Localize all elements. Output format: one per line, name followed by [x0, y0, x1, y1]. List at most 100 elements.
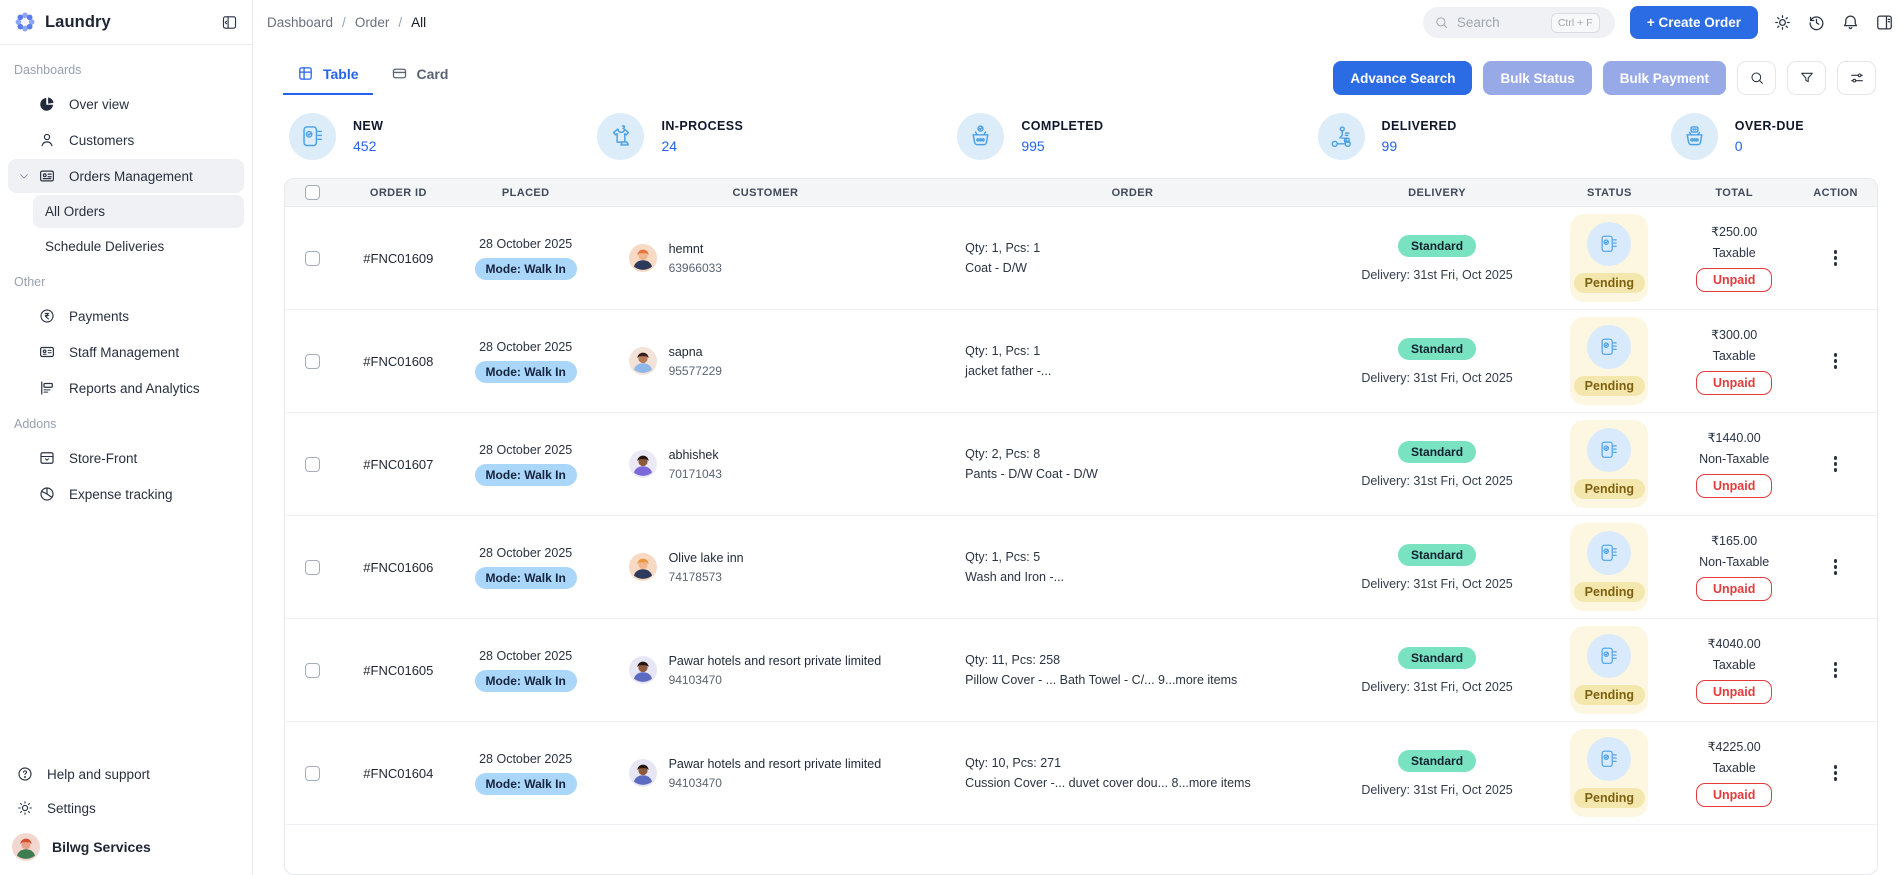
row-actions-menu[interactable] [1830, 555, 1842, 579]
sidebar-user[interactable]: Bilwg Services [10, 825, 242, 863]
overdue-basket-icon [1670, 113, 1718, 160]
row-actions-menu[interactable] [1830, 452, 1842, 476]
row-checkbox[interactable] [305, 559, 321, 575]
table-row: #FNC01606 28 October 2025 Mode: Walk In … [285, 516, 1877, 619]
order-mode-badge: Mode: Walk In [474, 360, 577, 383]
delivery-date: Delivery: 31st Fri, Oct 2025 [1361, 782, 1513, 797]
table-row: #FNC01605 28 October 2025 Mode: Walk In … [285, 619, 1877, 722]
tab-table[interactable]: Table [283, 61, 373, 95]
column-placed[interactable]: PLACED [456, 187, 596, 199]
status-card: Pending [1570, 420, 1649, 508]
status-card: Pending [1570, 523, 1649, 611]
search-field[interactable] [1456, 15, 1543, 30]
row-checkbox[interactable] [305, 662, 321, 678]
customer-name[interactable]: sapna [669, 345, 722, 359]
search-input[interactable]: Ctrl + F [1422, 7, 1615, 38]
sidebar-item-reports[interactable]: Reports and Analytics [8, 371, 244, 405]
delivery-type-badge: Standard [1398, 749, 1477, 772]
tab-card[interactable]: Card [377, 61, 463, 95]
breadcrumb-current: All [411, 15, 427, 30]
tax-label: Taxable [1712, 349, 1756, 363]
bulk-payment-button[interactable]: Bulk Payment [1602, 61, 1726, 95]
sidebar-collapse-icon[interactable] [221, 14, 238, 31]
column-order-id[interactable]: ORDER ID [341, 187, 456, 199]
customer-name[interactable]: Pawar hotels and resort private limited [669, 757, 882, 771]
customer-phone: 70171043 [668, 466, 722, 481]
order-id: #FNC01606 [363, 559, 434, 575]
payment-status-button[interactable]: Unpaid [1695, 371, 1773, 395]
sidebar-item-overview[interactable]: Over view [8, 87, 244, 121]
delivery-type-badge: Standard [1398, 543, 1477, 566]
payment-status-button[interactable]: Unpaid [1695, 783, 1773, 807]
delivery-date: Delivery: 31st Fri, Oct 2025 [1361, 267, 1513, 282]
delivery-date: Delivery: 31st Fri, Oct 2025 [1361, 370, 1513, 385]
select-all-checkbox[interactable] [305, 185, 321, 200]
sidebar-item-help[interactable]: Help and support [10, 757, 242, 791]
column-delivery[interactable]: DELIVERY [1330, 187, 1545, 199]
column-order[interactable]: ORDER [935, 187, 1330, 199]
customer-name[interactable]: abhishek [669, 448, 722, 462]
settings-icon [16, 799, 34, 817]
sidebar-item-storefront[interactable]: Store-Front [8, 441, 244, 475]
customer-name[interactable]: Olive lake inn [669, 551, 744, 565]
stat-card-new[interactable]: NEW 452 [289, 113, 383, 160]
payment-status-button[interactable]: Unpaid [1695, 268, 1773, 292]
filter-button[interactable] [1787, 61, 1826, 95]
table-row: #FNC01607 28 October 2025 Mode: Walk In … [285, 413, 1877, 516]
order-total: ₹1440.00 [1707, 431, 1761, 445]
advance-search-button[interactable]: Advance Search [1333, 61, 1473, 95]
row-actions-menu[interactable] [1830, 349, 1842, 373]
column-status[interactable]: STATUS [1544, 187, 1674, 199]
row-checkbox[interactable] [305, 456, 321, 472]
stat-card-delivered[interactable]: DELIVERED 99 [1317, 113, 1457, 160]
right-panel-toggle-icon[interactable] [1875, 13, 1894, 32]
bulk-status-button[interactable]: Bulk Status [1483, 61, 1592, 95]
payment-status-button[interactable]: Unpaid [1695, 577, 1773, 601]
column-total[interactable]: TOTAL [1674, 187, 1794, 199]
column-settings-button[interactable] [1837, 61, 1876, 95]
row-actions-menu[interactable] [1830, 658, 1842, 682]
column-customer[interactable]: CUSTOMER [596, 187, 936, 199]
sidebar-item-expense-tracking[interactable]: Expense tracking [8, 477, 244, 511]
delivery-scooter-icon [1317, 113, 1365, 160]
row-actions-menu[interactable] [1830, 246, 1842, 270]
customer-name[interactable]: Pawar hotels and resort private limited [669, 654, 882, 668]
breadcrumb-order[interactable]: Order [355, 15, 390, 30]
sidebar-footer: Help and support Settings Bilwg Services [0, 751, 252, 875]
stat-card-completed[interactable]: COMPLETED 995 [957, 113, 1103, 160]
sidebar-item-staff-management[interactable]: Staff Management [8, 335, 244, 369]
sidebar-item-settings[interactable]: Settings [10, 791, 242, 825]
order-items: Cussion Cover -... duvet cover dou... 8.… [965, 776, 1251, 790]
payment-status-button[interactable]: Unpaid [1695, 474, 1773, 498]
status-badge: Pending [1573, 582, 1645, 602]
order-mode-badge: Mode: Walk In [474, 772, 577, 795]
create-order-button[interactable]: + Create Order [1629, 6, 1758, 39]
stat-card-in-process[interactable]: IN-PROCESS 24 [597, 113, 743, 160]
sidebar-item-all-orders[interactable]: All Orders [33, 195, 244, 228]
theme-toggle-icon[interactable] [1773, 13, 1792, 32]
customer-phone: 63966033 [668, 260, 722, 275]
sidebar-item-schedule-deliveries[interactable]: Schedule Deliveries [33, 230, 244, 263]
sidebar-item-payments[interactable]: Payments [8, 299, 244, 333]
table-search-button[interactable] [1737, 61, 1776, 95]
sidebar-item-orders-management[interactable]: Orders Management [8, 159, 244, 193]
status-badge: Pending [1573, 788, 1645, 808]
customer-phone: 74178573 [668, 569, 722, 584]
notifications-bell-icon[interactable] [1841, 13, 1860, 32]
row-checkbox[interactable] [305, 765, 321, 781]
table-header-row: ORDER ID PLACED CUSTOMER ORDER DELIVERY … [285, 179, 1877, 207]
sidebar-item-customers[interactable]: Customers [8, 123, 244, 157]
order-status-icon [1587, 531, 1632, 575]
customer-name[interactable]: hemnt [669, 242, 722, 256]
chevron-down-icon [18, 170, 30, 182]
row-actions-menu[interactable] [1830, 761, 1842, 785]
breadcrumb-dashboard[interactable]: Dashboard [267, 15, 333, 30]
row-checkbox[interactable] [305, 250, 321, 266]
column-action[interactable]: ACTION [1794, 187, 1877, 199]
card-view-icon [391, 65, 408, 82]
stat-card-over-due[interactable]: OVER-DUE 0 [1670, 113, 1804, 160]
user-avatar [12, 833, 40, 861]
history-icon[interactable] [1807, 13, 1826, 32]
row-checkbox[interactable] [305, 353, 321, 369]
payment-status-button[interactable]: Unpaid [1695, 680, 1773, 704]
